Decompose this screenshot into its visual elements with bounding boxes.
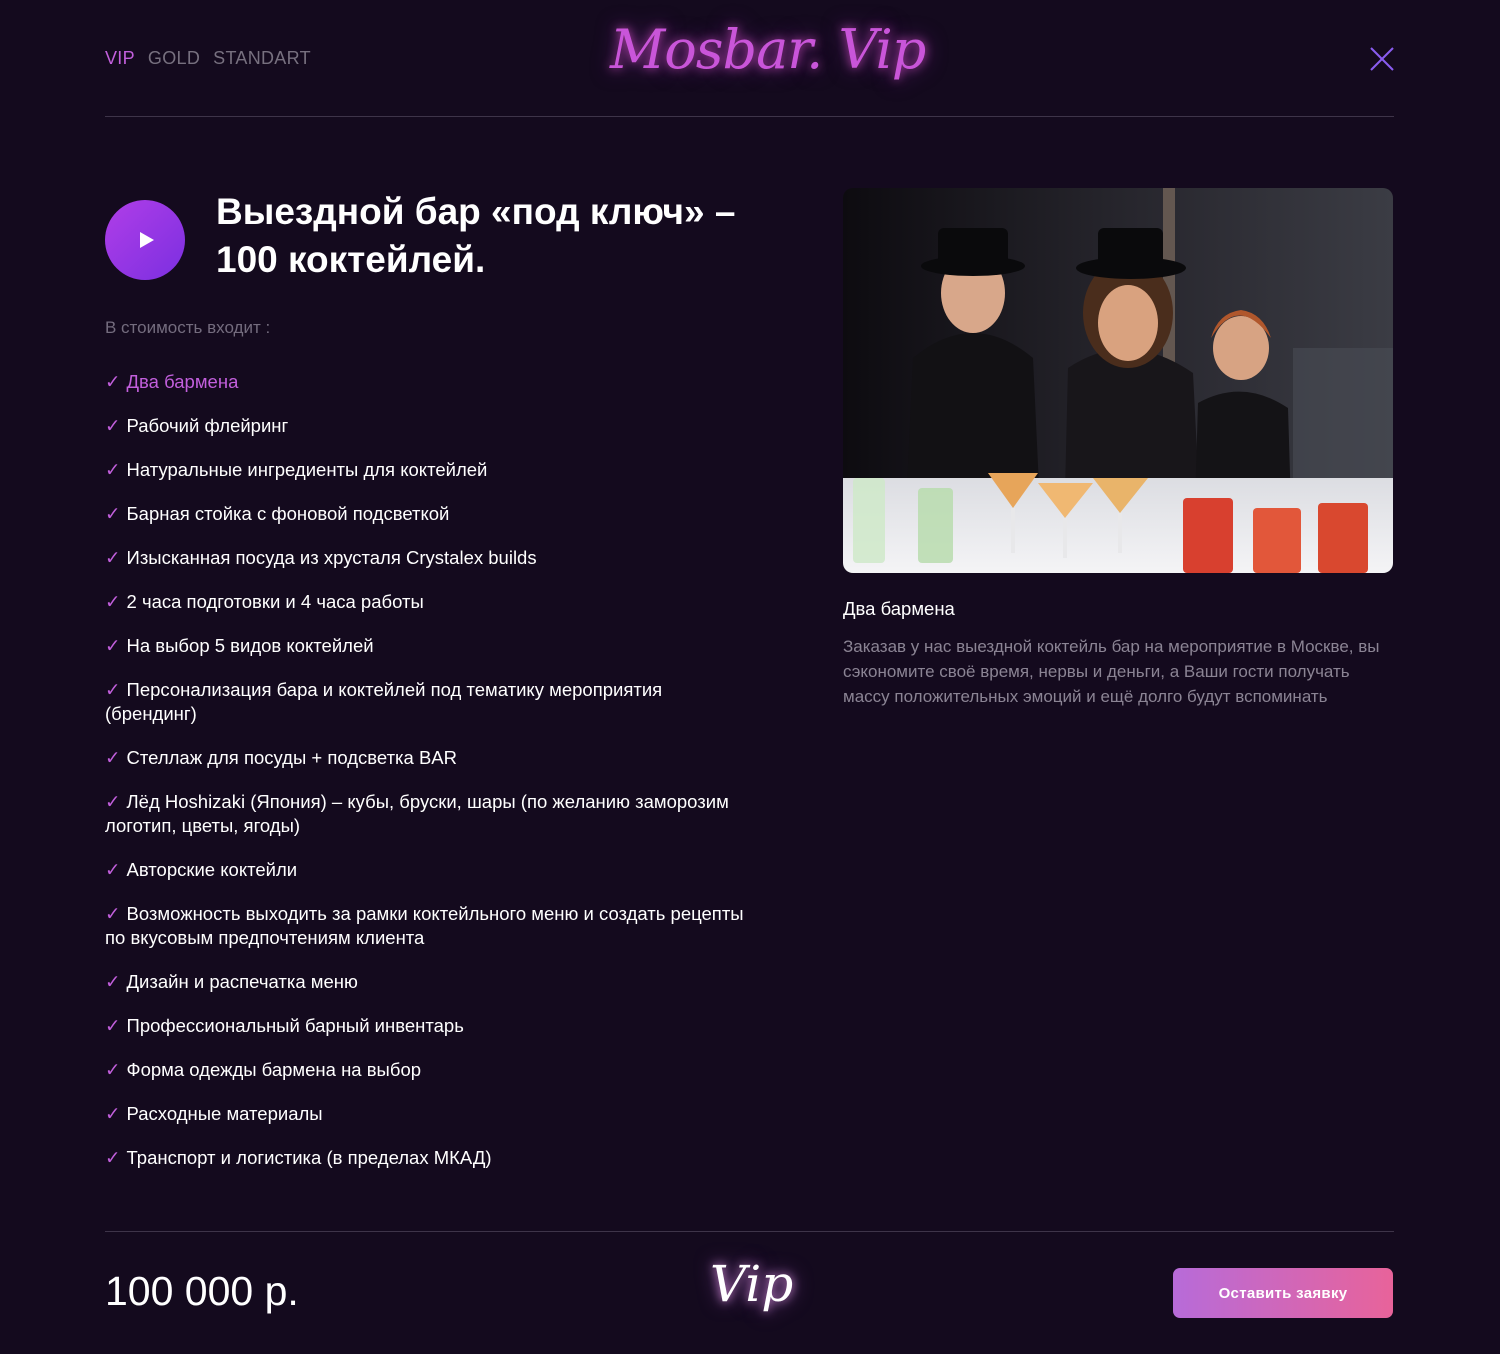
check-icon: ✓ (105, 459, 121, 480)
package-tabs: VIP GOLD STANDART (105, 48, 311, 69)
feature-item: ✓ Стеллаж для посуды + подсветка BAR (105, 746, 745, 770)
feature-item: ✓ Расходные материалы (105, 1102, 745, 1126)
submit-request-button[interactable]: Оставить заявку (1173, 1268, 1393, 1318)
feature-item: ✓ 2 часа подготовки и 4 часа работы (105, 590, 745, 614)
feature-label: На выбор 5 видов коктейлей (126, 635, 374, 656)
feature-label: Изысканная посуда из хрусталя Crystalex … (126, 547, 537, 568)
check-icon: ✓ (105, 791, 121, 812)
feature-label: Персонализация бара и коктейлей под тема… (105, 679, 663, 724)
feature-label: Форма одежды бармена на выбор (126, 1059, 422, 1080)
check-icon: ✓ (105, 971, 121, 992)
feature-item: ✓ Дизайн и распечатка меню (105, 970, 745, 994)
price: 100 000 р. (105, 1268, 299, 1314)
feature-item: ✓ Барная стойка с фоновой подсветкой (105, 502, 745, 526)
check-icon: ✓ (105, 635, 121, 656)
feature-label: Стеллаж для посуды + подсветка BAR (126, 747, 458, 768)
check-icon: ✓ (105, 1103, 121, 1124)
check-icon: ✓ (105, 903, 121, 924)
vip-logo: Vip (710, 1255, 794, 1313)
feature-item: ✓ Форма одежды бармена на выбор (105, 1058, 745, 1082)
includes-label: В стоимость входит : (105, 318, 271, 337)
tab-gold[interactable]: GOLD (148, 48, 200, 69)
feature-item: ✓ Натуральные ингредиенты для коктейлей (105, 458, 745, 482)
check-icon: ✓ (105, 591, 121, 612)
feature-label: 2 часа подготовки и 4 часа работы (126, 591, 424, 612)
check-icon: ✓ (105, 859, 121, 880)
features-list: ✓ Два бармена ✓ Рабочий флейринг ✓ Натуральны… (105, 370, 745, 1190)
feature-item: ✓ Два бармена (105, 370, 745, 394)
feature-item: ✓ На выбор 5 видов коктейлей (105, 634, 745, 658)
photo-caption: Два бармена (843, 598, 955, 619)
feature-item: ✓ Изысканная посуда из хрусталя Crystalex… (105, 546, 745, 570)
feature-label: Транспорт и логистика (в пределах МКАД) (126, 1147, 492, 1168)
feature-item: ✓ Персонализация бара и коктейлей под тем… (105, 678, 745, 726)
check-icon: ✓ (105, 1147, 121, 1168)
feature-label: Возможность выходить за рамки коктейльно… (105, 903, 744, 948)
check-icon: ✓ (105, 1059, 121, 1080)
photo-description: Заказав у нас выездной коктейль бар на м… (843, 637, 1380, 706)
header: VIP GOLD STANDART Mosbar. Vip (105, 0, 1394, 117)
play-button[interactable] (105, 200, 185, 280)
check-icon: ✓ (105, 747, 121, 768)
feature-label: Расходные материалы (126, 1103, 323, 1124)
feature-label: Дизайн и распечатка меню (126, 971, 358, 992)
page: VIP GOLD STANDART Mosbar. Vip Выездной б… (105, 0, 1394, 1354)
feature-item: ✓ Рабочий флейринг (105, 414, 745, 438)
feature-label: Рабочий флейринг (126, 415, 289, 436)
check-icon: ✓ (105, 547, 121, 568)
check-icon: ✓ (105, 679, 121, 700)
feature-item: ✓ Возможность выходить за рамки коктейльн… (105, 902, 745, 950)
check-icon: ✓ (105, 1015, 121, 1036)
tab-standart[interactable]: STANDART (213, 48, 311, 69)
check-icon: ✓ (105, 371, 121, 392)
feature-label: Барная стойка с фоновой подсветкой (126, 503, 450, 524)
feature-label: Профессиональный барный инвентарь (126, 1015, 464, 1036)
feature-item: ✓ Авторские коктейли (105, 858, 745, 882)
tab-vip[interactable]: VIP (105, 48, 135, 69)
check-icon: ✓ (105, 503, 121, 524)
play-icon (140, 232, 154, 248)
bartenders-photo (843, 188, 1393, 573)
feature-item: ✓ Транспорт и логистика (в пределах МКАД) (105, 1146, 745, 1170)
feature-label: Лёд Hoshizaki (Япония) – кубы, бруски, ш… (105, 791, 729, 836)
feature-label: Натуральные ингредиенты для коктейлей (126, 459, 488, 480)
feature-label: Два бармена (126, 371, 239, 392)
feature-label: Авторские коктейли (126, 859, 298, 880)
footer-divider (105, 1231, 1394, 1232)
close-icon[interactable] (1369, 46, 1395, 72)
feature-item: ✓ Профессиональный барный инвентарь (105, 1014, 745, 1038)
page-title: Выездной бар «под ключ» – 100 коктейлей. (216, 191, 736, 280)
feature-item: ✓ Лёд Hoshizaki (Япония) – кубы, бруски, … (105, 790, 745, 838)
logo[interactable]: Mosbar. Vip (610, 18, 926, 81)
check-icon: ✓ (105, 415, 121, 436)
